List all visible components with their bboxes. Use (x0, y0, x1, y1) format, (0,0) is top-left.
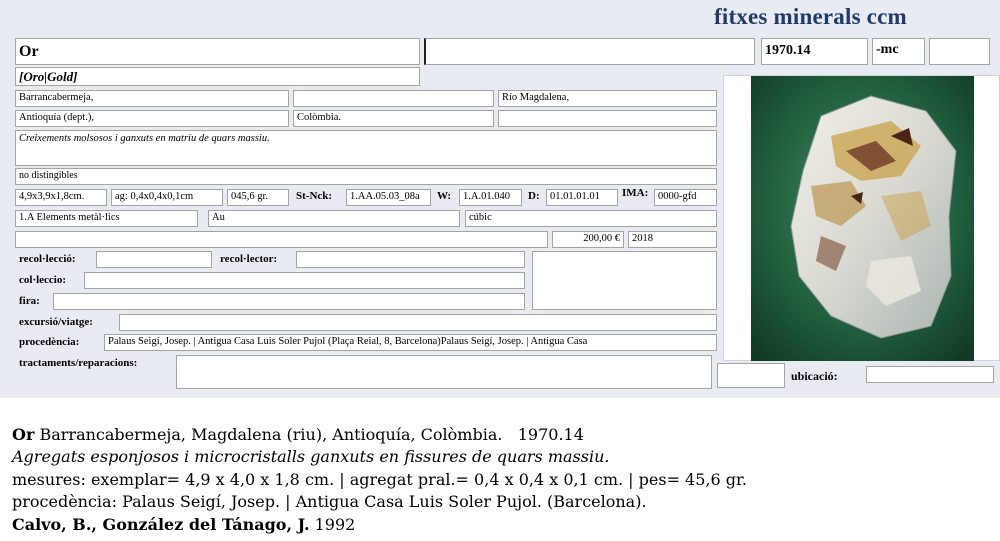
class-field[interactable]: 1.A Elements metàl·lics (15, 210, 198, 227)
country-field[interactable]: Colòmbia. (293, 110, 494, 127)
specimen-image (751, 76, 974, 361)
ubicacio-label: ubicació: (791, 369, 838, 383)
w-label: W: (437, 190, 452, 202)
ima-label: IMA: (622, 187, 649, 199)
crystal-system-field[interactable]: cúbic (465, 210, 717, 227)
river-field[interactable]: Río Magdalena, (498, 90, 717, 107)
weight-field[interactable]: 045,6 gr. (227, 189, 289, 206)
catalog-number-field[interactable]: 1970.14 (761, 38, 868, 65)
fira-field[interactable] (53, 293, 525, 310)
summary-measures: mesures: exemplar= 4,9 x 4,0 x 1,8 cm. |… (12, 470, 747, 489)
region-field[interactable]: Antioquía (dept.), (15, 110, 289, 127)
year-field[interactable]: 2018 (628, 231, 717, 248)
formula-field[interactable]: Au (208, 210, 460, 227)
aggregate-size-field[interactable]: ag: 0,4x0,4x0,1cm (111, 189, 223, 206)
region-extra-field[interactable] (498, 110, 717, 127)
excursio-label: excursió/viatge: (19, 316, 93, 328)
recolector-label: recol·lector: (220, 253, 278, 265)
summary-name: Or (12, 425, 35, 444)
price-field[interactable]: 200,00 € (552, 231, 624, 248)
ima-field[interactable]: 0000-gfd (654, 189, 717, 206)
tractaments-label: tractaments/reparacions: (19, 357, 138, 369)
size-field[interactable]: 4,9x3,9x1,8cm. (15, 189, 107, 206)
summary-locality: Barrancabermeja, Magdalena (riu), Antioq… (39, 425, 503, 444)
fira-label: fira: (19, 295, 40, 307)
name-extra-field[interactable] (424, 38, 755, 65)
d-label: D: (528, 190, 540, 202)
summary-authors-line: Calvo, B., González del Tánago, J. 1992 (12, 514, 355, 535)
colleccio-label: col·leccio: (19, 274, 67, 286)
procedencia-field[interactable]: Palaus Seigí, Josep. | Antigua Casa Luis… (104, 334, 717, 351)
w-field[interactable]: 1.A.01.040 (459, 189, 522, 206)
recoleccio-field[interactable] (96, 251, 212, 268)
tractaments-extra-field[interactable] (717, 363, 785, 388)
extra-code-field[interactable] (929, 38, 990, 65)
summary-number: 1970.14 (517, 425, 584, 444)
d-field[interactable]: 01.01.01.01 (546, 189, 618, 206)
summary-description: Agregats esponjosos i microcristalls gan… (12, 447, 610, 466)
catalog-suffix-field[interactable]: -mc (872, 38, 925, 65)
side-notes-field[interactable] (532, 251, 717, 310)
summary-provenance: procedència: Palaus Seigí, Josep. | Anti… (12, 492, 647, 511)
brand-title: fitxes minerals ccm (714, 4, 907, 29)
price-notes-field[interactable] (15, 231, 548, 248)
tractaments-field[interactable] (176, 355, 712, 389)
recolector-field[interactable] (296, 251, 525, 268)
locality-extra-field[interactable] (293, 90, 494, 107)
strunz-label: St-Nck: (296, 190, 333, 202)
excursio-field[interactable] (119, 314, 717, 331)
mineral-name-field[interactable]: Or (15, 38, 420, 65)
colleccio-field[interactable] (84, 272, 525, 289)
synonyms-field[interactable]: [Oro|Gold] (15, 67, 420, 86)
summary-year: 1992 (314, 515, 356, 534)
summary-title-line: Or Barrancabermeja, Magdalena (riu), Ant… (12, 424, 584, 445)
mineral-specimen-photo[interactable] (751, 76, 974, 361)
procedencia-label: procedència: (19, 336, 80, 348)
strunz-field[interactable]: 1.AA.05.03_08a (346, 189, 431, 206)
ubicacio-field[interactable] (866, 366, 994, 383)
description-field[interactable]: Creixements molsosos i ganxuts en matriu… (15, 130, 717, 166)
notes-field[interactable]: no distingibles (15, 168, 717, 185)
locality-field[interactable]: Barrancabermeja, (15, 90, 289, 107)
recoleccio-label: recol·lecció: (19, 253, 76, 265)
summary-authors: Calvo, B., González del Tánago, J. (12, 515, 310, 534)
